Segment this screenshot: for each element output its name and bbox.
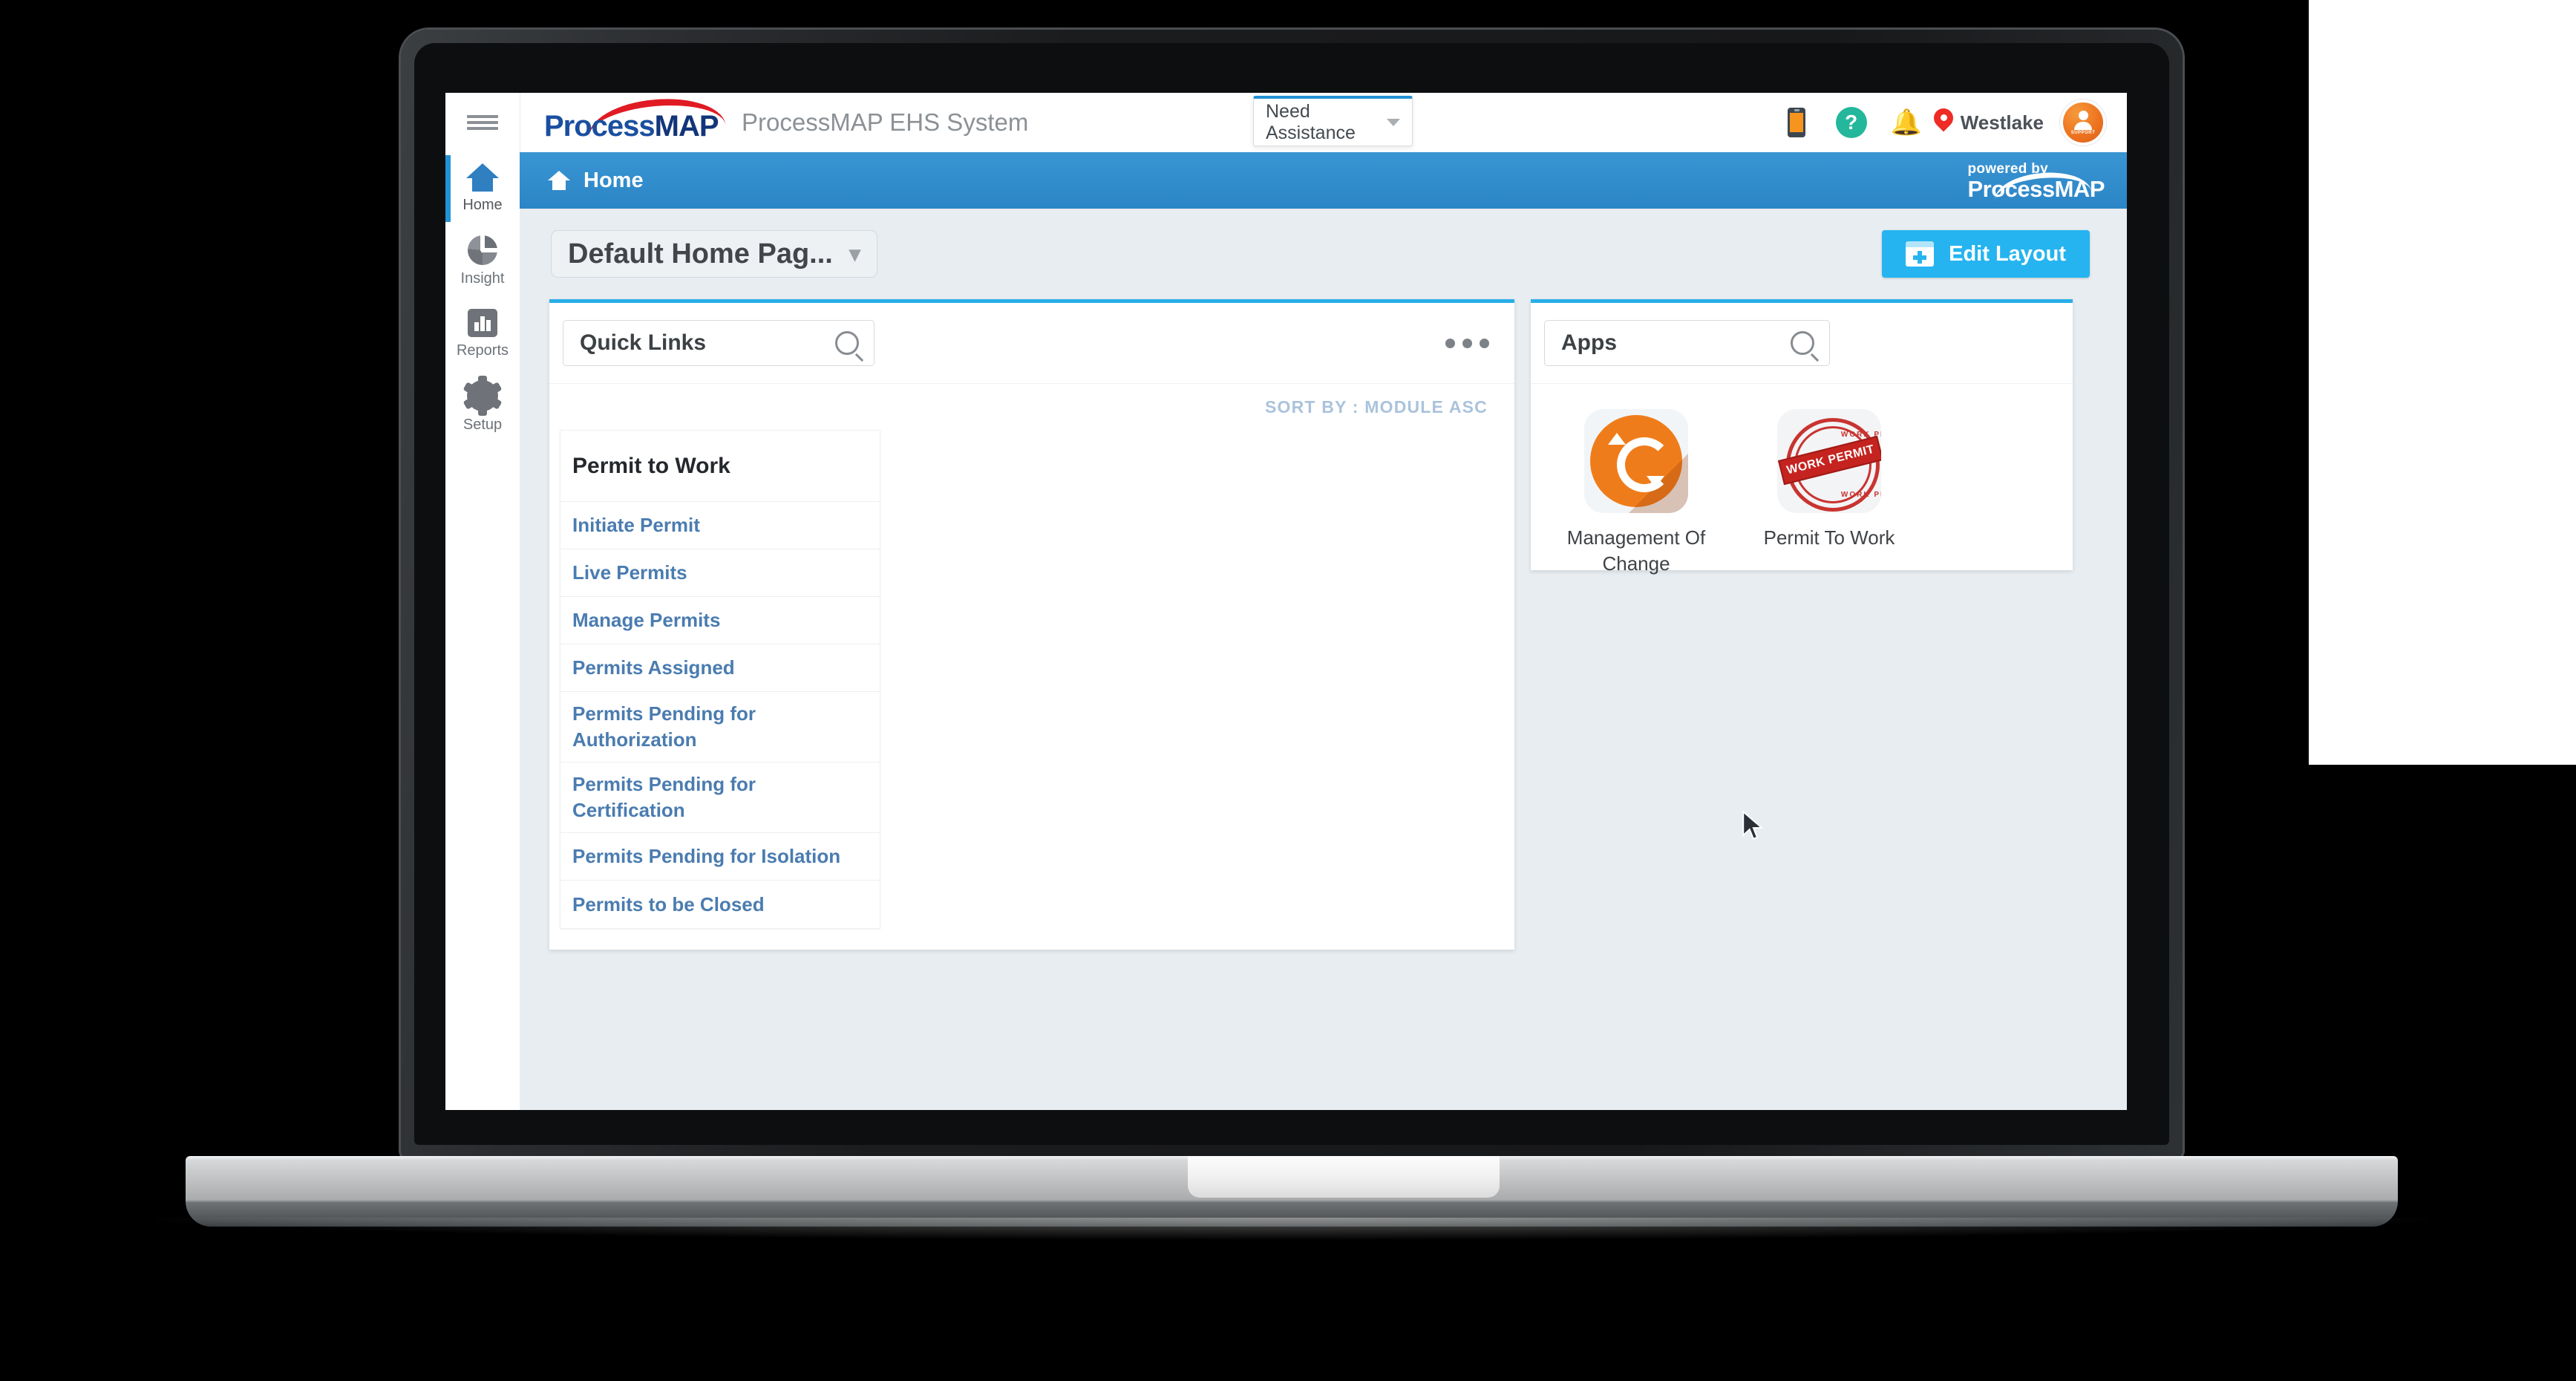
chevron-down-icon [1387,118,1400,126]
list-item[interactable]: Permits Pending for Isolation [560,833,880,881]
quick-link[interactable]: Permits Assigned [572,655,735,681]
widgets-row: Quick Links SORT BY : MODULE ASC Permit … [520,299,2127,950]
app-screen: ProcessMAP ProcessMAP EHS System Need As… [445,93,2127,1110]
chevron-down-icon: ▾ [849,241,860,267]
apps-search-input[interactable]: Apps [1544,320,1830,366]
brand-area: ProcessMAP ProcessMAP EHS System [520,94,1029,143]
quick-links-body: Permit to Work Initiate Permit Live Perm… [549,430,1514,950]
quick-links-header: Quick Links [549,303,1514,383]
apps-grid: Management Of Change WORK PERMIT WORK PE… [1531,384,2073,577]
work-permit-stamp-icon: WORK PERMIT WORK PERMIT WORK PERMIT [1777,409,1881,513]
need-assistance-dropdown[interactable]: Need Assistance [1253,96,1413,146]
module-title: Permit to Work [572,453,730,478]
help-glyph: ? [1835,107,1867,138]
apps-search-value: Apps [1561,330,1617,355]
home-icon [548,171,570,190]
top-right-icons: ? 🔔 Westlake SUPPORT [1769,93,2111,152]
quick-link[interactable]: Permits Pending for Certification [572,771,868,823]
quick-link[interactable]: Permits Pending for Isolation [572,843,840,869]
quick-link[interactable]: Initiate Permit [572,512,700,538]
screenshot-stage: ProcessMAP ProcessMAP EHS System Need As… [0,0,2576,1381]
backdrop-secondary [2309,765,2576,1381]
module-title-row: Permit to Work [560,431,880,502]
quick-link[interactable]: Permits to be Closed [572,892,765,918]
breadcrumb: Home powered by ProcessMAP [520,152,2127,209]
quick-links-search-value: Quick Links [580,330,707,355]
search-icon[interactable] [835,331,859,355]
search-icon[interactable] [1791,331,1814,355]
quick-link[interactable]: Manage Permits [572,607,720,633]
list-item[interactable]: Permits Assigned [560,644,880,692]
edit-layout-label: Edit Layout [1949,241,2066,266]
sidebar-item-label: Setup [462,417,503,433]
list-item[interactable]: Permits Pending for Authorization [560,692,880,763]
mouse-cursor [1742,811,1764,840]
laptop-base-notch [1188,1156,1500,1198]
sort-row: SORT BY : MODULE ASC [549,383,1514,430]
page-selector[interactable]: Default Home Pag... ▾ [551,230,877,278]
list-item[interactable]: Permits Pending for Certification [560,763,880,834]
sort-by-label[interactable]: SORT BY : MODULE ASC [1265,397,1488,417]
sidebar-item-setup[interactable]: Setup [445,370,520,443]
support-badge-label: SUPPORT [2070,130,2096,135]
sidebar-item-home[interactable]: Home [445,152,520,225]
sidebar-item-label: Home [462,197,503,213]
location-pin-icon[interactable] [1934,93,1953,152]
system-title: ProcessMAP EHS System [742,108,1029,136]
list-item[interactable]: Live Permits [560,549,880,597]
breadcrumb-label[interactable]: Home [583,169,644,193]
sidebar-item-label: Insight [460,270,505,287]
refresh-cycle-icon [1584,409,1688,513]
apps-header: Apps [1531,303,2073,383]
more-options-icon[interactable] [1445,338,1494,348]
laptop-base-shadow [156,1218,2428,1240]
sidebar-item-reports[interactable]: Reports [445,298,520,370]
mobile-app-icon[interactable] [1769,93,1824,152]
logo-text-part1: Process [544,110,656,143]
app-tile-management-of-change[interactable]: Management Of Change [1562,409,1710,577]
apps-panel: Apps Management Of Change WORK P WORK P … [1531,299,2073,575]
module-card: Permit to Work Initiate Permit Live Perm… [560,430,880,930]
page-title: Default Home Pag... [568,238,833,270]
home-icon [466,163,499,192]
page-toolbar: Default Home Pag... ▾ Edit Layout [520,209,2127,299]
left-sidebar: Home Insight Reports Setup [445,152,520,1110]
list-item[interactable]: Initiate Permit [560,502,880,549]
app-label: Management Of Change [1566,526,1706,575]
location-label[interactable]: Westlake [1961,111,2044,134]
bar-chart-icon [468,309,497,337]
laptop-mockup: ProcessMAP ProcessMAP EHS System Need As… [156,30,2428,1240]
need-assistance-label: Need Assistance [1266,100,1356,143]
help-icon[interactable]: ? [1824,93,1879,152]
notifications-bell-icon[interactable]: 🔔 [1879,93,1934,152]
app-tile-permit-to-work[interactable]: WORK PERMIT WORK PERMIT WORK PERMIT Perm… [1755,409,1903,577]
list-item[interactable]: Manage Permits [560,597,880,644]
sidebar-item-insight[interactable]: Insight [445,225,520,298]
list-item[interactable]: Permits to be Closed [560,881,880,928]
pie-chart-icon [468,233,500,265]
stamp-bottom-text: WORK PERMIT [1840,491,1881,499]
app-label: Permit To Work [1763,526,1895,549]
layout-add-icon [1906,241,1935,267]
quick-links-panel: Quick Links SORT BY : MODULE ASC Permit … [549,299,1514,950]
top-navigation-bar: ProcessMAP ProcessMAP EHS System Need As… [445,93,2127,153]
processmap-logo: ProcessMAP [544,94,726,143]
sidebar-item-label: Reports [456,342,509,359]
quick-link[interactable]: Permits Pending for Authorization [572,701,868,753]
gear-icon [462,376,503,416]
quick-link[interactable]: Live Permits [572,560,687,586]
logo-text-part2: MAP [654,110,719,143]
main-content: Default Home Pag... ▾ Edit Layout Quick … [520,209,2127,1110]
quick-links-search-input[interactable]: Quick Links [563,320,875,366]
support-avatar[interactable]: SUPPORT [2056,93,2111,152]
powered-by-logo: powered by ProcessMAP [1967,161,2105,203]
edit-layout-button[interactable]: Edit Layout [1882,230,2090,278]
hamburger-icon[interactable] [445,93,520,152]
